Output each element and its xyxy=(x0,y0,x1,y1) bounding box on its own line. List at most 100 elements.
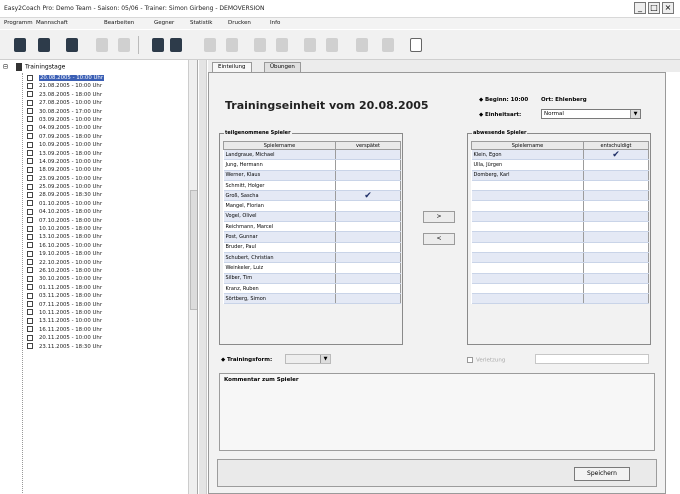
checkmark-cell[interactable] xyxy=(335,221,401,233)
menu-mannschaft[interactable]: Mannschaft xyxy=(36,20,68,26)
checkmark-cell[interactable] xyxy=(335,293,401,305)
tree-item-training-day[interactable]: 28.09.2005 - 18:30 Uhr xyxy=(27,191,104,199)
injury-field[interactable] xyxy=(535,354,649,364)
maximize-button[interactable]: □ xyxy=(648,2,660,14)
column-header-name[interactable]: Spielername xyxy=(223,141,336,150)
checkmark-cell[interactable] xyxy=(335,170,401,181)
chevron-down-icon[interactable]: ▼ xyxy=(630,110,640,118)
tree-item-training-day[interactable]: 13.10.2005 - 18:00 Uhr xyxy=(27,233,104,241)
training-form-select[interactable]: ▼ xyxy=(285,354,331,364)
tree-item-training-day[interactable]: 20.11.2005 - 10:00 Uhr xyxy=(27,334,104,342)
training-icon[interactable] xyxy=(152,38,164,52)
checkmark-cell[interactable] xyxy=(583,211,649,223)
table-row[interactable]: Reichmann, Marcel xyxy=(223,221,401,233)
table-row[interactable]: Weinkeler, Luiz xyxy=(223,262,401,274)
menu-gegner[interactable]: Gegner xyxy=(154,20,174,26)
close-button[interactable]: × xyxy=(662,2,674,14)
tree-item-training-day[interactable]: 22.10.2005 - 10:00 Uhr xyxy=(27,259,104,267)
checkmark-cell[interactable] xyxy=(583,242,649,253)
tab-einteilung[interactable]: Einteilung xyxy=(212,62,252,72)
tree-item-training-day[interactable]: 26.10.2005 - 18:00 Uhr xyxy=(27,267,104,275)
minimize-button[interactable]: _ xyxy=(634,2,646,14)
table-row[interactable] xyxy=(471,190,649,202)
collapse-icon[interactable]: ⊟ xyxy=(3,64,8,71)
statistic-edit-icon[interactable] xyxy=(276,38,288,52)
copy-icon[interactable] xyxy=(96,38,108,52)
checkmark-cell[interactable] xyxy=(583,170,649,181)
checkmark-cell[interactable] xyxy=(583,293,649,305)
checkmark-cell[interactable] xyxy=(583,190,649,202)
match-edit-icon[interactable] xyxy=(226,38,238,52)
tree-item-training-day[interactable]: 01.11.2005 - 18:00 Uhr xyxy=(27,284,104,292)
checkmark-cell[interactable] xyxy=(583,221,649,233)
pane-splitter[interactable] xyxy=(199,60,207,494)
tree-item-training-day[interactable]: 30.10.2005 - 10:00 Uhr xyxy=(27,275,104,283)
table-row[interactable]: Schubert, Christian xyxy=(223,252,401,264)
paste-icon[interactable] xyxy=(118,38,130,52)
table-row[interactable]: Groß, Sascha ✔ xyxy=(223,190,401,202)
tree-item-training-day[interactable]: 04.10.2005 - 18:00 Uhr xyxy=(27,208,104,216)
tree-item-training-day[interactable]: 04.09.2005 - 10:00 Uhr xyxy=(27,124,104,132)
column-header-late[interactable]: verspätet xyxy=(335,141,401,150)
table-row[interactable] xyxy=(471,293,649,305)
checkmark-cell[interactable] xyxy=(335,159,401,171)
tools-icon[interactable] xyxy=(304,38,316,52)
table-row[interactable]: Mangel, Florian xyxy=(223,200,401,212)
table-row[interactable] xyxy=(471,273,649,284)
tree-item-training-day[interactable]: 23.08.2005 - 18:00 Uhr xyxy=(27,91,104,99)
chevron-down-icon[interactable]: ▼ xyxy=(320,355,330,363)
tree-item-training-day[interactable]: 16.10.2005 - 10:00 Uhr xyxy=(27,242,104,250)
tree-item-training-day[interactable]: 13.09.2005 - 18:00 Uhr xyxy=(27,150,104,158)
table-row[interactable] xyxy=(471,221,649,233)
checkmark-cell[interactable] xyxy=(583,262,649,274)
table-row[interactable]: Schmitt, Holger xyxy=(223,180,401,192)
player-comment-box[interactable]: Kommentar zum Spieler xyxy=(219,373,655,451)
match-icon[interactable] xyxy=(204,38,216,52)
tree-item-training-day[interactable]: 21.08.2005 - 10:00 Uhr xyxy=(27,82,104,90)
tree-item-training-day[interactable]: 30.08.2005 - 17:00 Uhr xyxy=(27,108,104,116)
tree-item-training-day[interactable]: 19.10.2005 - 18:00 Uhr xyxy=(27,250,104,258)
tree-item-training-day[interactable]: 01.10.2005 - 10:00 Uhr xyxy=(27,200,104,208)
checkmark-cell[interactable]: ✔ xyxy=(583,149,649,161)
table-row[interactable]: Landgraue, Michael xyxy=(223,149,401,161)
checkmark-cell[interactable] xyxy=(583,200,649,212)
group-icon[interactable] xyxy=(382,38,394,52)
menu-programm[interactable]: Programm xyxy=(4,20,33,26)
table-row[interactable] xyxy=(471,252,649,264)
tree-item-training-day[interactable]: 10.09.2005 - 10:00 Uhr xyxy=(27,141,104,149)
save-button[interactable]: Speichern xyxy=(574,467,630,481)
tree-item-training-day[interactable]: 20.08.2005 - 10:00 Uhr xyxy=(27,74,105,82)
checkmark-cell[interactable] xyxy=(583,283,649,295)
checkmark-cell[interactable] xyxy=(335,273,401,284)
tree-item-training-day[interactable]: 07.11.2005 - 18:00 Uhr xyxy=(27,301,104,309)
table-row[interactable] xyxy=(471,231,649,243)
table-row[interactable]: Klein, Egon ✔ xyxy=(471,149,649,161)
checkmark-cell[interactable]: ✔ xyxy=(335,190,401,202)
table-row[interactable]: Ulla, Jürgen xyxy=(471,159,649,171)
checkmark-cell[interactable] xyxy=(335,180,401,192)
column-header-excused[interactable]: entschuldigt xyxy=(583,141,649,150)
move-left-button[interactable]: < xyxy=(423,233,455,245)
table-row[interactable]: Kranz, Ruben xyxy=(223,283,401,295)
tree-root[interactable]: ⊟ Trainingstage xyxy=(3,63,65,71)
table-row[interactable]: Vogel, Olivel xyxy=(223,211,401,223)
tree-item-training-day[interactable]: 03.09.2005 - 10:00 Uhr xyxy=(27,116,104,124)
statistic-icon[interactable] xyxy=(254,38,266,52)
table-row[interactable] xyxy=(471,242,649,253)
tree-item-training-day[interactable]: 18.09.2005 - 10:00 Uhr xyxy=(27,166,104,174)
checkmark-cell[interactable] xyxy=(335,231,401,243)
table-row[interactable]: Silber, Tim xyxy=(223,273,401,284)
table-row[interactable] xyxy=(471,283,649,295)
move-right-button[interactable]: > xyxy=(423,211,455,223)
injury-checkbox[interactable] xyxy=(467,357,473,363)
table-row[interactable]: Domberg, Karl xyxy=(471,170,649,181)
checkmark-cell[interactable] xyxy=(335,211,401,223)
team-icon[interactable] xyxy=(14,38,26,52)
checkmark-cell[interactable] xyxy=(583,273,649,284)
checkmark-cell[interactable] xyxy=(583,231,649,243)
tools-edit-icon[interactable] xyxy=(326,38,338,52)
checkmark-cell[interactable] xyxy=(335,252,401,264)
checkmark-cell[interactable] xyxy=(335,242,401,253)
tree-item-training-day[interactable]: 14.09.2005 - 10:00 Uhr xyxy=(27,158,104,166)
tree-item-training-day[interactable]: 07.09.2005 - 18:00 Uhr xyxy=(27,133,104,141)
